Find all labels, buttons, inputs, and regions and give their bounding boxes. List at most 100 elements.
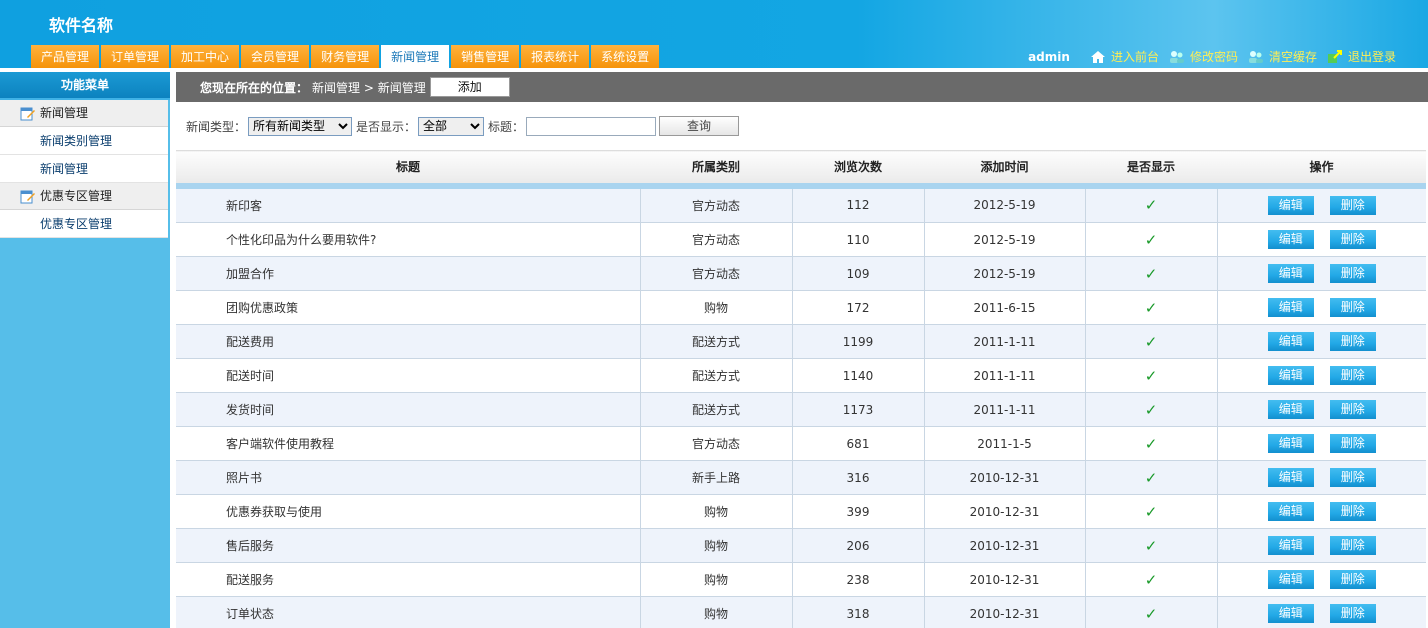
sidebar-group-label: 新闻管理 (40, 105, 89, 120)
main-content: 您现在所在的位置： 新闻管理 > 新闻管理 添加 新闻类型： 所有新闻类型 是否… (176, 72, 1428, 628)
row-category: 购物 (640, 596, 793, 628)
delete-button[interactable]: 删除 (1329, 434, 1376, 453)
check-icon: ✓ (1144, 604, 1158, 623)
clear-cache-link[interactable]: 清空缓存 (1248, 48, 1317, 65)
nav-tab[interactable]: 产品管理 (31, 45, 100, 69)
home-icon (1090, 50, 1105, 63)
edit-button[interactable]: 编辑 (1267, 536, 1314, 555)
nav-divider (0, 68, 1428, 70)
nav-tab[interactable]: 财务管理 (311, 45, 380, 69)
delete-button[interactable]: 删除 (1329, 570, 1376, 589)
delete-button[interactable]: 删除 (1329, 502, 1376, 521)
breadcrumb-prefix: 您现在所在的位置： (200, 80, 309, 95)
table-row: 订单状态 购物 318 2010-12-31 ✓ 编辑 删除 (176, 596, 1426, 628)
table-body: 新印客 官方动态 112 2012-5-19 ✓ 编辑 删除 个性化印品为什么要用软件? 官方动… (176, 188, 1426, 628)
row-actions: 编辑 删除 (1217, 562, 1426, 597)
row-date: 2011-6-15 (924, 290, 1086, 325)
sidebar: 功能菜单 新闻管理 新闻类别管理 新闻管理 优惠专区管理 优惠专区管理 (0, 72, 170, 628)
check-icon: ✓ (1144, 332, 1158, 351)
edit-button[interactable]: 编辑 (1267, 366, 1314, 385)
delete-button[interactable]: 删除 (1329, 468, 1376, 487)
row-actions: 编辑 删除 (1217, 392, 1426, 427)
row-actions: 编辑 删除 (1217, 426, 1426, 461)
breadcrumb: 您现在所在的位置： 新闻管理 > 新闻管理 添加 (176, 72, 1428, 102)
show-select[interactable]: 全部 (418, 116, 485, 136)
delete-button[interactable]: 删除 (1329, 195, 1376, 215)
delete-button[interactable]: 删除 (1329, 332, 1376, 351)
type-select[interactable]: 所有新闻类型 (248, 116, 353, 136)
edit-button[interactable]: 编辑 (1267, 400, 1314, 419)
edit-button[interactable]: 编辑 (1267, 604, 1314, 623)
edit-button[interactable]: 编辑 (1267, 230, 1314, 249)
row-title: 配送费用 (176, 324, 641, 359)
edit-button[interactable]: 编辑 (1267, 264, 1314, 283)
edit-button[interactable]: 编辑 (1267, 502, 1314, 521)
row-category: 购物 (640, 528, 793, 563)
check-icon: ✓ (1144, 366, 1158, 385)
top-header: 软件名称 产品管理 订单管理 加工中心 会员管理 财务管理 新闻管理 销售管理 报表统计 系统设… (0, 0, 1428, 70)
add-button[interactable]: 添加 (429, 77, 510, 97)
row-date: 2010-12-31 (924, 494, 1086, 529)
row-views: 1140 (792, 358, 925, 393)
delete-button[interactable]: 删除 (1329, 298, 1376, 317)
row-category: 配送方式 (640, 358, 793, 393)
row-title: 订单状态 (176, 596, 641, 628)
row-actions: 编辑 删除 (1217, 460, 1426, 495)
row-title: 个性化印品为什么要用软件? (176, 222, 641, 257)
sidebar-item[interactable]: 优惠专区管理 (0, 210, 168, 238)
nav-tab[interactable]: 报表统计 (521, 45, 590, 69)
edit-button[interactable]: 编辑 (1267, 570, 1314, 589)
delete-button[interactable]: 删除 (1329, 536, 1376, 555)
change-password-link[interactable]: 修改密码 (1169, 48, 1238, 65)
logout-label: 退出登录 (1347, 50, 1396, 64)
row-views: 112 (792, 188, 925, 223)
sidebar-item[interactable]: 新闻管理 (0, 155, 168, 183)
edit-button[interactable]: 编辑 (1267, 195, 1314, 215)
nav-tab[interactable]: 新闻管理 (381, 45, 450, 70)
sidebar-group[interactable]: 新闻管理 (0, 100, 168, 127)
sidebar-item[interactable]: 新闻类别管理 (0, 127, 168, 155)
row-views: 109 (792, 256, 925, 291)
row-date: 2011-1-11 (924, 358, 1086, 393)
row-category: 购物 (640, 562, 793, 597)
row-date: 2010-12-31 (924, 460, 1086, 495)
edit-icon (20, 190, 35, 204)
delete-button[interactable]: 删除 (1329, 400, 1376, 419)
logout-link[interactable]: 退出登录 (1327, 48, 1396, 65)
delete-button[interactable]: 删除 (1329, 230, 1376, 249)
row-shown: ✓ (1085, 256, 1218, 291)
row-title: 配送时间 (176, 358, 641, 393)
table-row: 发货时间 配送方式 1173 2011-1-11 ✓ 编辑 删除 (176, 392, 1426, 427)
row-shown: ✓ (1085, 188, 1218, 223)
front-link[interactable]: 进入前台 (1090, 48, 1159, 65)
sidebar-group[interactable]: 优惠专区管理 (0, 183, 168, 210)
row-title: 优惠券获取与使用 (176, 494, 641, 529)
row-shown: ✓ (1085, 562, 1218, 597)
nav-tab[interactable]: 加工中心 (171, 45, 240, 69)
title-input[interactable] (526, 116, 657, 136)
row-actions: 编辑 删除 (1217, 188, 1426, 223)
check-icon: ✓ (1144, 468, 1158, 487)
row-shown: ✓ (1085, 358, 1218, 393)
nav-tab[interactable]: 会员管理 (241, 45, 310, 69)
nav-tab[interactable]: 系统设置 (591, 45, 660, 69)
nav-tab[interactable]: 订单管理 (101, 45, 170, 69)
edit-button[interactable]: 编辑 (1267, 332, 1314, 351)
nav-tab[interactable]: 销售管理 (451, 45, 520, 69)
row-views: 399 (792, 494, 925, 529)
edit-button[interactable]: 编辑 (1267, 468, 1314, 487)
row-date: 2010-12-31 (924, 596, 1086, 628)
row-actions: 编辑 删除 (1217, 358, 1426, 393)
table-row: 优惠券获取与使用 购物 399 2010-12-31 ✓ 编辑 删除 (176, 494, 1426, 529)
edit-button[interactable]: 编辑 (1267, 434, 1314, 453)
check-icon: ✓ (1144, 434, 1158, 453)
delete-button[interactable]: 删除 (1329, 264, 1376, 283)
check-icon: ✓ (1144, 570, 1158, 589)
delete-button[interactable]: 删除 (1329, 604, 1376, 623)
check-icon: ✓ (1144, 536, 1158, 555)
edit-button[interactable]: 编辑 (1267, 298, 1314, 317)
table-row: 客户端软件使用教程 官方动态 681 2011-1-5 ✓ 编辑 删除 (176, 426, 1426, 461)
delete-button[interactable]: 删除 (1329, 366, 1376, 385)
row-category: 配送方式 (640, 392, 793, 427)
query-button[interactable]: 查询 (659, 116, 740, 136)
